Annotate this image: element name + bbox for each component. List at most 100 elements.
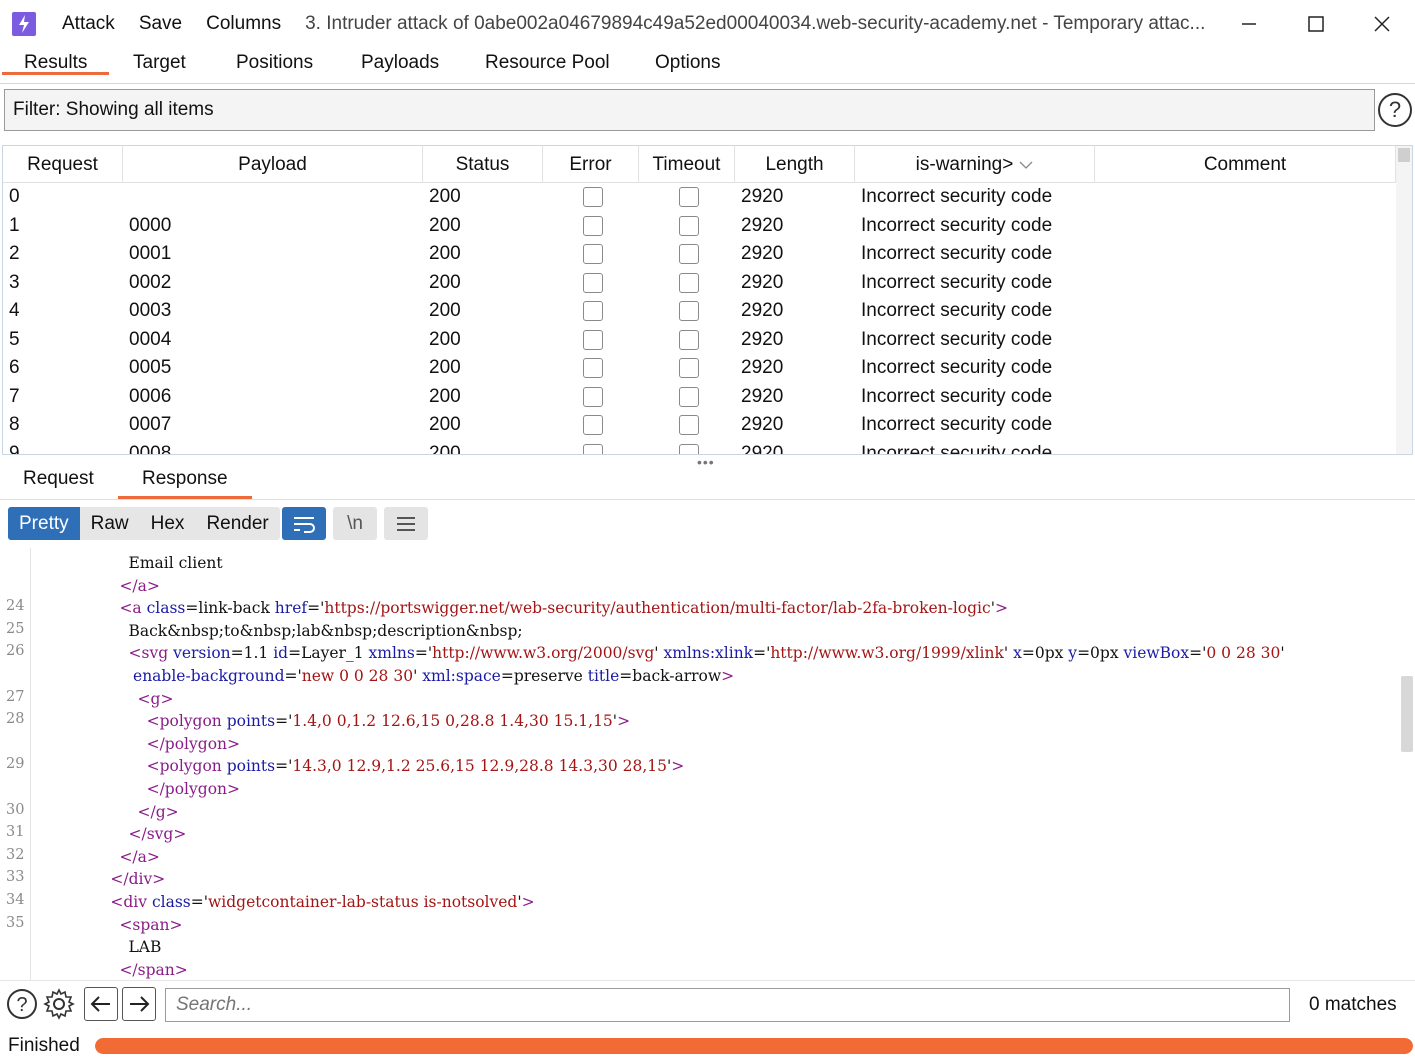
table-row[interactable]: 5 0004 200 2920 Incorrect security code [3, 326, 1396, 355]
code-token-tag: </span> [119, 960, 188, 979]
table-scrollbar-thumb[interactable] [1398, 148, 1410, 162]
word-wrap-button[interactable] [282, 507, 326, 540]
timeout-checkbox[interactable] [679, 386, 699, 407]
line-number: 32 [6, 846, 25, 863]
code-token-tag: <polygon [146, 712, 227, 731]
settings-button[interactable] [42, 987, 76, 1021]
show-newlines-button[interactable]: \n [333, 507, 377, 540]
filter-bar[interactable]: Filter: Showing all items [4, 89, 1375, 131]
error-checkbox[interactable] [583, 329, 603, 350]
response-code-view[interactable]: Email client </a> 24 <a class=link-back hre… [0, 548, 1415, 980]
cell-payload: 0000 [129, 214, 172, 236]
tab-results[interactable]: Results [1, 52, 110, 75]
error-checkbox[interactable] [583, 244, 603, 264]
code-line: <span> [119, 914, 182, 937]
timeout-checkbox[interactable] [679, 358, 699, 378]
line-number: 28 [6, 711, 25, 728]
error-checkbox[interactable] [583, 386, 603, 407]
tab-payloads[interactable]: Payloads [361, 52, 439, 74]
column-header-payload[interactable]: Payload [123, 146, 423, 183]
maximize-button[interactable] [1296, 8, 1336, 40]
filter-help-icon[interactable]: ? [1378, 93, 1412, 127]
column-header-is-warning[interactable]: is-warning> [855, 146, 1095, 183]
previous-match-button[interactable] [84, 987, 118, 1021]
line-number: 24 [6, 598, 25, 615]
mode-hex-button[interactable]: Hex [140, 507, 196, 540]
line-number: 29 [6, 756, 25, 773]
timeout-checkbox[interactable] [679, 443, 699, 454]
column-header-comment[interactable]: Comment [1095, 146, 1396, 183]
mode-pretty-button[interactable]: Pretty [8, 507, 80, 540]
code-token-val: https://portswigger.net/web-security/aut… [324, 599, 991, 618]
tab-request[interactable]: Request [23, 468, 94, 490]
timeout-checkbox[interactable] [679, 415, 699, 435]
cell-length: 2920 [741, 300, 784, 321]
menu-save[interactable]: Save [139, 13, 182, 35]
menu-attack[interactable]: Attack [62, 13, 115, 35]
code-line: </a> [119, 575, 159, 598]
code-token-attr: version [173, 644, 231, 663]
timeout-checkbox[interactable] [679, 215, 699, 236]
table-row[interactable]: 9 0008 200 2920 Incorrect security code [3, 440, 1396, 454]
table-row[interactable]: 6 0005 200 2920 Incorrect security code [3, 354, 1396, 383]
cell-is-warning: Incorrect security code [861, 214, 1053, 236]
mode-render-button[interactable]: Render [195, 507, 279, 540]
code-token-attr: points [226, 712, 276, 731]
cell-status: 200 [429, 357, 461, 378]
code-scrollbar-thumb[interactable] [1401, 676, 1413, 752]
viewer-menu-button[interactable] [384, 507, 428, 540]
table-row[interactable]: 2 0001 200 2920 Incorrect security code [3, 240, 1396, 269]
tab-positions[interactable]: Positions [236, 52, 313, 74]
cell-request: 8 [9, 414, 20, 435]
timeout-checkbox[interactable] [679, 301, 699, 321]
mode-raw-button[interactable]: Raw [80, 507, 140, 540]
table-row[interactable]: 8 0007 200 2920 Incorrect security code [3, 411, 1396, 440]
error-checkbox[interactable] [583, 187, 603, 207]
code-token-attr: xmlns:xlink [663, 644, 754, 663]
code-line: </polygon> [147, 778, 240, 801]
table-row[interactable]: 3 0002 200 2920 Incorrect security code [3, 269, 1396, 298]
table-row[interactable]: 1 0000 200 2920 Incorrect security code [3, 212, 1396, 241]
cell-status: 200 [429, 414, 461, 435]
timeout-checkbox[interactable] [679, 272, 699, 293]
code-token-attr: viewBox [1123, 644, 1190, 663]
next-match-button[interactable] [122, 987, 156, 1021]
error-checkbox[interactable] [583, 415, 603, 435]
column-header-request[interactable]: Request [3, 146, 123, 183]
error-checkbox[interactable] [583, 272, 603, 293]
cell-request: 1 [9, 214, 20, 236]
table-scrollbar[interactable] [1396, 146, 1412, 454]
cell-is-warning: Incorrect security code [861, 271, 1053, 293]
column-header-timeout[interactable]: Timeout [639, 146, 735, 183]
table-row[interactable]: 4 0003 200 2920 Incorrect security code [3, 297, 1396, 326]
column-header-status[interactable]: Status [423, 146, 543, 183]
cell-is-warning: Incorrect security code [861, 243, 1053, 264]
tab-target[interactable]: Target [133, 52, 186, 74]
error-checkbox[interactable] [583, 301, 603, 321]
timeout-checkbox[interactable] [679, 329, 699, 350]
code-token-txt: =' [275, 757, 293, 776]
timeout-checkbox[interactable] [679, 187, 699, 207]
error-checkbox[interactable] [583, 443, 603, 454]
code-token-tag: <a [119, 599, 147, 618]
error-checkbox[interactable] [583, 215, 603, 236]
cell-is-warning: Incorrect security code [861, 385, 1053, 407]
code-token-attr: title [587, 667, 620, 685]
tab-resource-pool[interactable]: Resource Pool [485, 52, 610, 74]
menu-columns[interactable]: Columns [206, 13, 281, 35]
table-row[interactable]: 7 0006 200 2920 Incorrect security code [3, 383, 1396, 412]
column-header-error[interactable]: Error [543, 146, 639, 183]
table-row[interactable]: 0 200 2920 Incorrect security code [3, 183, 1396, 212]
error-checkbox[interactable] [583, 358, 603, 378]
tab-response[interactable]: Response [118, 468, 252, 499]
help-button[interactable]: ? [5, 987, 39, 1021]
timeout-checkbox[interactable] [679, 244, 699, 264]
close-button[interactable] [1362, 8, 1402, 40]
minimize-button[interactable] [1229, 8, 1269, 40]
close-icon [1374, 16, 1390, 32]
column-header-length[interactable]: Length [735, 146, 855, 183]
code-token-txt: =' [190, 893, 208, 911]
search-input[interactable] [165, 988, 1290, 1022]
code-line: Email client [129, 552, 223, 575]
tab-options[interactable]: Options [655, 52, 720, 74]
